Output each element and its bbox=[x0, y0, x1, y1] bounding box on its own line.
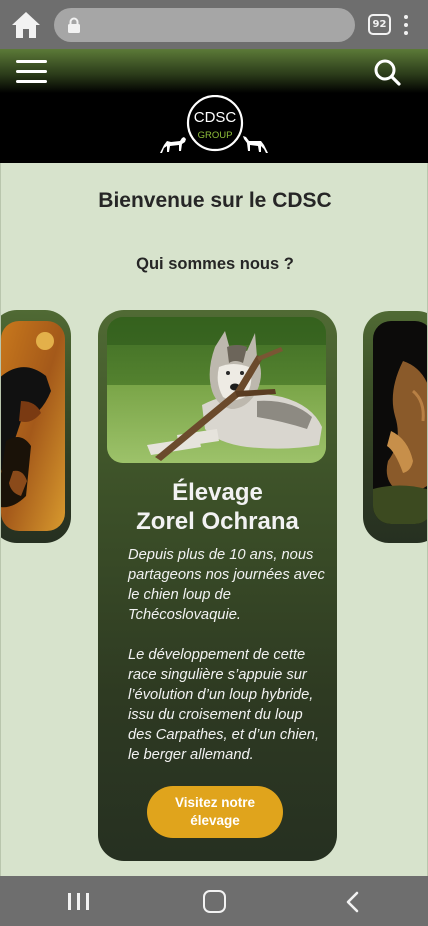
browser-toolbar: 92 bbox=[0, 0, 428, 49]
nav-home-icon[interactable] bbox=[203, 890, 226, 913]
rottweiler-photo bbox=[1, 321, 65, 531]
tab-switcher-button[interactable]: 92 bbox=[368, 14, 391, 35]
page-title: Bienvenue sur le CDSC bbox=[98, 189, 332, 212]
back-chevron-icon[interactable] bbox=[344, 891, 360, 913]
main-content: Bienvenue sur le CDSC Qui sommes nous ? bbox=[0, 163, 428, 876]
card-title: Élevage Zorel Ochrana bbox=[136, 479, 299, 535]
card-description-1: Depuis plus de 10 ans, nous partageons n… bbox=[128, 547, 325, 623]
section-subtitle: Qui sommes nous ? bbox=[136, 255, 294, 273]
search-icon[interactable] bbox=[373, 58, 401, 86]
lock-icon bbox=[68, 17, 80, 33]
carousel-card-previous[interactable] bbox=[1, 310, 71, 543]
url-bar[interactable] bbox=[54, 8, 355, 42]
svg-text:CDSC: CDSC bbox=[194, 109, 237, 126]
overflow-menu-icon[interactable] bbox=[398, 12, 414, 38]
dog-photo-next bbox=[373, 321, 427, 524]
hamburger-menu-icon[interactable] bbox=[16, 60, 47, 84]
home-icon[interactable] bbox=[10, 9, 42, 41]
system-navigation-bar bbox=[0, 876, 428, 926]
recent-apps-icon[interactable] bbox=[68, 893, 90, 910]
visit-kennel-button[interactable]: Visitez notre élevage bbox=[147, 786, 283, 838]
site-header: CDSC GROUP bbox=[0, 49, 428, 163]
czechoslovakian-wolfdog-photo bbox=[107, 317, 326, 463]
carousel-card-next[interactable] bbox=[363, 311, 427, 543]
svg-text:GROUP: GROUP bbox=[198, 130, 233, 141]
carousel-card-featured[interactable]: Élevage Zorel Ochrana Depuis plus de 10 … bbox=[98, 310, 337, 861]
cdsc-logo[interactable]: CDSC GROUP bbox=[158, 94, 270, 157]
card-description-2: Le développement de cette race singulièr… bbox=[128, 647, 320, 763]
